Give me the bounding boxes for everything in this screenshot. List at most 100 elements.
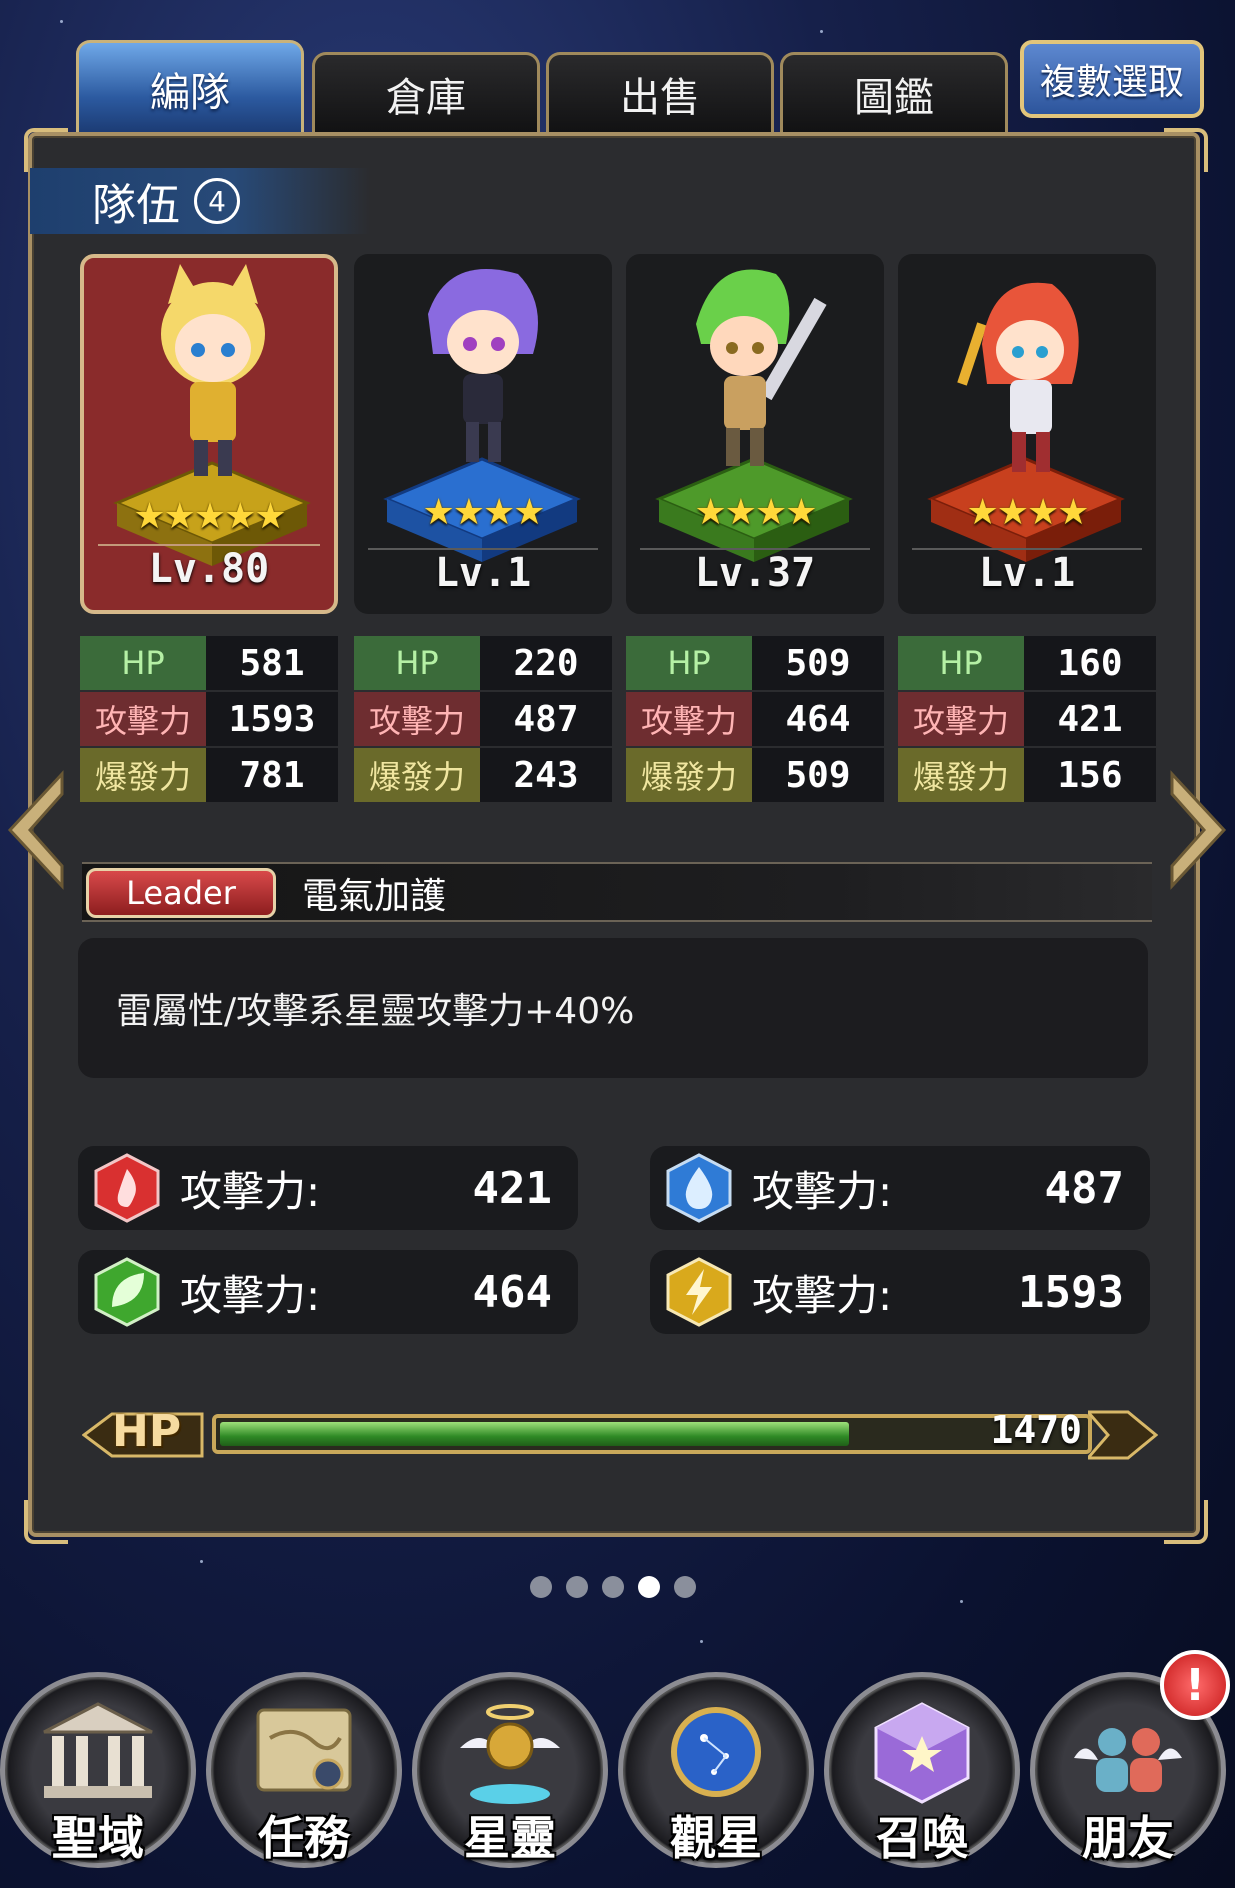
thunder-icon [666, 1257, 732, 1327]
hp-label: HP [898, 636, 1024, 690]
hp-bar-value: 1470 [990, 1408, 1082, 1452]
attack-label: 攻擊力 [80, 692, 206, 746]
attack-value: 487 [480, 692, 612, 746]
wood-icon [94, 1257, 160, 1327]
hp-bar-right-ornament [1088, 1410, 1158, 1460]
nav-label: 任務 [258, 1811, 350, 1865]
temple-icon [43, 1702, 153, 1798]
character-stats-4: HP 160 攻擊力 421 爆發力 156 [898, 636, 1156, 802]
previous-team-arrow-icon[interactable] [4, 770, 64, 890]
hp-value: 509 [752, 636, 884, 690]
attack-value: 464 [472, 1266, 552, 1318]
attack-value: 487 [1044, 1162, 1124, 1214]
rarity-stars: ★★★★ [422, 492, 545, 533]
character-level: Lv.37 [694, 550, 816, 596]
page-dot[interactable] [674, 1576, 696, 1598]
nav-label: 朋友 [1082, 1811, 1174, 1865]
rarity-stars: ★★★★ [966, 492, 1089, 533]
rarity-stars: ★★★★★ [133, 496, 286, 537]
fire-icon [94, 1153, 160, 1223]
character-sprite [696, 269, 827, 466]
panel-corner-ornament [1164, 1500, 1208, 1544]
multi-select-button[interactable]: 複數選取 [1020, 40, 1204, 118]
hp-bar-fill [220, 1422, 849, 1446]
nav-summon[interactable]: 召喚 [824, 1672, 1020, 1868]
panel-corner-ornament [24, 1500, 68, 1544]
page-dot[interactable] [602, 1576, 624, 1598]
page-dot[interactable] [530, 1576, 552, 1598]
burst-value: 243 [480, 748, 612, 802]
character-stats-3: HP 509 攻擊力 464 爆發力 509 [626, 636, 884, 802]
character-level: Lv.80 [148, 546, 270, 592]
burst-value: 156 [1024, 748, 1156, 802]
leader-skill-name: 電氣加護 [302, 876, 447, 917]
team-number: 4 [194, 178, 240, 224]
team-hp-bar: HP 1470 [82, 1400, 1162, 1470]
character-sprite [161, 264, 265, 476]
nav-sanctuary[interactable]: 聖域 [0, 1672, 196, 1868]
nav-spirits[interactable]: 星靈 [412, 1672, 608, 1868]
hp-value: 160 [1024, 636, 1156, 690]
hp-value: 220 [480, 636, 612, 690]
attack-label: 攻擊力: [180, 1166, 321, 1216]
hp-label: HP [626, 636, 752, 690]
leader-badge: Leader [86, 868, 276, 918]
burst-value: 509 [752, 748, 884, 802]
character-stats-2: HP 220 攻擊力 487 爆發力 243 [354, 636, 612, 802]
team-page-indicator [530, 1576, 696, 1598]
attack-label: 攻擊力 [354, 692, 480, 746]
thunder-attack-summary: 攻擊力: 1593 [650, 1250, 1150, 1334]
attack-label: 攻擊力 [898, 692, 1024, 746]
character-sprite [957, 282, 1079, 472]
panel-corner-ornament [1164, 128, 1208, 172]
character-level: Lv.1 [978, 550, 1076, 596]
character-sprite [428, 269, 538, 462]
hp-value: 581 [206, 636, 338, 690]
attack-label: 攻擊力: [752, 1270, 893, 1320]
page-dot-active[interactable] [638, 1576, 660, 1598]
crystal-cube-icon [874, 1702, 970, 1804]
nav-quests[interactable]: 任務 [206, 1672, 402, 1868]
scroll-map-icon [256, 1708, 352, 1792]
fire-attack-summary: 攻擊力: 421 [78, 1146, 578, 1230]
attack-value: 464 [752, 692, 884, 746]
tab-formation[interactable]: 編隊 [76, 40, 304, 134]
friends-icon [1074, 1728, 1182, 1792]
character-card-3[interactable]: ★★★★ Lv.37 [626, 254, 884, 614]
hp-bar-track [212, 1414, 1092, 1454]
character-stats-1: HP 581 攻擊力 1593 爆發力 781 [80, 636, 338, 802]
nav-label: 星靈 [464, 1811, 556, 1865]
globe-icon [671, 1707, 761, 1797]
character-card-1[interactable]: ★★★★★ Lv.80 [80, 254, 338, 614]
hp-label: HP [354, 636, 480, 690]
attack-value: 1593 [1018, 1266, 1124, 1318]
character-card-2[interactable]: ★★★★ Lv.1 [354, 254, 612, 614]
tab-encyclopedia[interactable]: 圖鑑 [780, 52, 1008, 132]
panel-corner-ornament [24, 128, 68, 172]
notification-badge: ! [1160, 1650, 1230, 1720]
tab-storage[interactable]: 倉庫 [312, 52, 540, 132]
nav-label: 聖域 [52, 1811, 144, 1865]
winged-helmet-icon [460, 1704, 560, 1804]
team-label: 隊伍 [92, 180, 180, 231]
burst-label: 爆發力 [898, 748, 1024, 802]
next-team-arrow-icon[interactable] [1170, 770, 1230, 890]
attack-label: 攻擊力 [626, 692, 752, 746]
tab-sell[interactable]: 出售 [546, 52, 774, 132]
team-header: 隊伍 4 [30, 168, 370, 234]
water-attack-summary: 攻擊力: 487 [650, 1146, 1150, 1230]
nav-label: 觀星 [670, 1811, 762, 1865]
wood-attack-summary: 攻擊力: 464 [78, 1250, 578, 1334]
character-level: Lv.1 [434, 550, 532, 596]
hp-label: HP [80, 636, 206, 690]
nav-stargazing[interactable]: 觀星 [618, 1672, 814, 1868]
water-icon [666, 1153, 732, 1223]
character-card-4[interactable]: ★★★★ Lv.1 [898, 254, 1156, 614]
page-dot[interactable] [566, 1576, 588, 1598]
hp-bar-label: HP [112, 1406, 182, 1457]
attack-label: 攻擊力: [752, 1166, 893, 1216]
burst-label: 爆發力 [80, 748, 206, 802]
burst-label: 爆發力 [626, 748, 752, 802]
attack-value: 421 [472, 1162, 552, 1214]
attack-value: 421 [1024, 692, 1156, 746]
